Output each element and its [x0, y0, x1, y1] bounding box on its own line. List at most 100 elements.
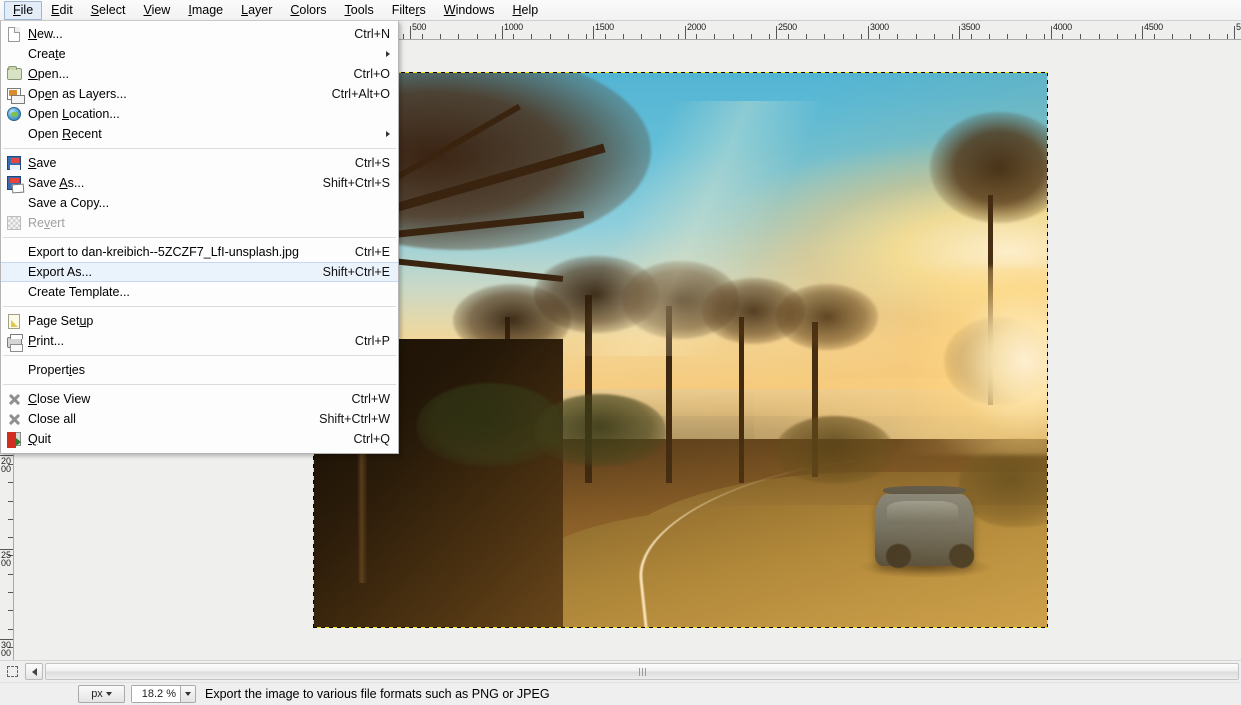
menu-item-label: Create Template...: [27, 285, 390, 299]
image-canvas-wrapper[interactable]: [314, 73, 1047, 627]
ruler-minor-tick: [513, 34, 514, 39]
menu-item-export-to-dan-kreibich-5zczf7-lfi-unsplash-jpg[interactable]: Export to dan-kreibich--5ZCZF7_LfI-unspl…: [1, 242, 398, 262]
menu-item-close-all[interactable]: Close allShift+Ctrl+W: [1, 409, 398, 429]
photo-bush-3: [776, 416, 893, 482]
menu-item-save-as[interactable]: Save As...Shift+Ctrl+S: [1, 173, 398, 193]
ruler-minor-tick: [678, 34, 679, 39]
ruler-minor-tick: [1190, 34, 1191, 39]
quick-mask-toggle-icon[interactable]: [2, 662, 22, 682]
save-as-icon: [7, 176, 21, 190]
mnemonic-underline: C: [290, 3, 299, 17]
menu-colors[interactable]: Colors: [281, 1, 335, 20]
new-document-icon: [1, 24, 27, 44]
zoom-level-value[interactable]: 18.2 %: [132, 686, 180, 702]
ruler-minor-tick: [861, 34, 862, 39]
ruler-label: 2000: [687, 22, 706, 32]
mnemonic-underline: E: [51, 3, 59, 17]
menu-item-label: Page Setup: [27, 314, 390, 328]
ruler-minor-tick: [1062, 34, 1063, 39]
menu-item-close-view[interactable]: Close ViewCtrl+W: [1, 389, 398, 409]
menu-file[interactable]: File: [4, 1, 42, 20]
menu-item-open[interactable]: Open...Ctrl+O: [1, 64, 398, 84]
globe-icon: [1, 104, 27, 124]
menu-item-export-as[interactable]: Export As...Shift+Ctrl+E: [1, 262, 398, 282]
menu-item-save[interactable]: SaveCtrl+S: [1, 153, 398, 173]
menu-item-page-setup[interactable]: Page Setup: [1, 311, 398, 331]
menu-item-label: Create: [27, 47, 376, 61]
zoom-dropdown-button[interactable]: [180, 686, 195, 702]
menu-item-save-a-copy[interactable]: Save a Copy...: [1, 193, 398, 213]
new-document-icon: [8, 27, 20, 42]
ruler-label: 3000: [870, 22, 889, 32]
menu-separator: [3, 384, 396, 385]
ruler-minor-tick: [1209, 34, 1210, 39]
menu-item-label: Open Location...: [27, 107, 390, 121]
menu-separator: [3, 237, 396, 238]
gimp-main-window: FileEditSelectViewImageLayerColorsToolsF…: [0, 0, 1241, 705]
ruler-major-tick: [410, 26, 411, 39]
ruler-minor-tick: [971, 34, 972, 39]
file-menu-dropdown[interactable]: New...Ctrl+N Create Open...Ctrl+OOpen as L…: [0, 21, 399, 454]
menu-item-open-as-layers[interactable]: Open as Layers...Ctrl+Alt+O: [1, 84, 398, 104]
menu-image[interactable]: Image: [179, 1, 232, 20]
ruler-major-tick: [959, 26, 960, 39]
ruler-minor-tick: [769, 34, 770, 39]
menu-help[interactable]: Help: [503, 1, 547, 20]
ruler-minor-tick: [440, 34, 441, 39]
ruler-minor-tick: [916, 34, 917, 39]
menu-item-properties[interactable]: Properties: [1, 360, 398, 380]
scroll-left-button[interactable]: [25, 663, 43, 680]
menu-select[interactable]: Select: [82, 1, 135, 20]
menu-item-open-location[interactable]: Open Location...: [1, 104, 398, 124]
ruler-label: 500: [412, 22, 426, 32]
horizontal-scroll-track[interactable]: [45, 663, 1239, 680]
menu-item-open-recent[interactable]: Open Recent: [1, 124, 398, 144]
globe-icon: [7, 107, 21, 121]
ruler-minor-tick: [696, 34, 697, 39]
ruler-minor-tick: [952, 34, 953, 39]
save-icon: [1, 153, 27, 173]
menu-view[interactable]: View: [134, 1, 179, 20]
ruler-minor-tick: [8, 592, 13, 593]
folder-open-icon: [1, 64, 27, 84]
menu-separator: [3, 306, 396, 307]
menu-item-quit[interactable]: QuitCtrl+Q: [1, 429, 398, 449]
menu-item-print[interactable]: Print...Ctrl+P: [1, 331, 398, 351]
menu-item-create-template[interactable]: Create Template...: [1, 282, 398, 302]
menu-item-create[interactable]: Create: [1, 44, 398, 64]
ruler-minor-tick: [8, 501, 13, 502]
menu-filters[interactable]: Filters: [383, 1, 435, 20]
menu-item-shortcut: Ctrl+N: [332, 27, 390, 41]
ruler-minor-tick: [1172, 34, 1173, 39]
menu-layer[interactable]: Layer: [232, 1, 281, 20]
menu-item-label: Close View: [27, 392, 329, 406]
menu-icon-empty: [1, 242, 27, 262]
zoom-selector[interactable]: 18.2 %: [131, 685, 196, 703]
ruler-label: 4500: [1144, 22, 1163, 32]
menu-item-shortcut: Ctrl+O: [332, 67, 390, 81]
ruler-minor-tick: [1135, 34, 1136, 39]
menu-item-label: Close all: [27, 412, 297, 426]
menu-tools[interactable]: Tools: [336, 1, 383, 20]
ruler-label: 3500: [961, 22, 980, 32]
menu-item-revert: Revert: [1, 213, 398, 233]
ruler-major-tick: [593, 26, 594, 39]
menu-windows[interactable]: Windows: [435, 1, 504, 20]
ruler-minor-tick: [623, 34, 624, 39]
ruler-minor-tick: [8, 574, 13, 575]
menu-item-shortcut: Ctrl+W: [329, 392, 390, 406]
status-message: Export the image to various file formats…: [205, 687, 550, 701]
menu-item-shortcut: Shift+Ctrl+S: [301, 176, 390, 190]
unit-selector[interactable]: px: [78, 685, 125, 703]
ruler-minor-tick: [403, 34, 404, 39]
horizontal-scroll-thumb[interactable]: [46, 664, 1238, 679]
ruler-minor-tick: [477, 34, 478, 39]
photo-sunset-road[interactable]: [314, 73, 1047, 627]
ruler-minor-tick: [8, 537, 13, 538]
ruler-label: 2500: [1, 551, 11, 567]
mnemonic-underline: V: [143, 3, 151, 17]
menu-edit[interactable]: Edit: [42, 1, 82, 20]
revert-icon: [7, 216, 21, 230]
ruler-minor-tick: [879, 34, 880, 39]
menu-item-new[interactable]: New...Ctrl+N: [1, 24, 398, 44]
